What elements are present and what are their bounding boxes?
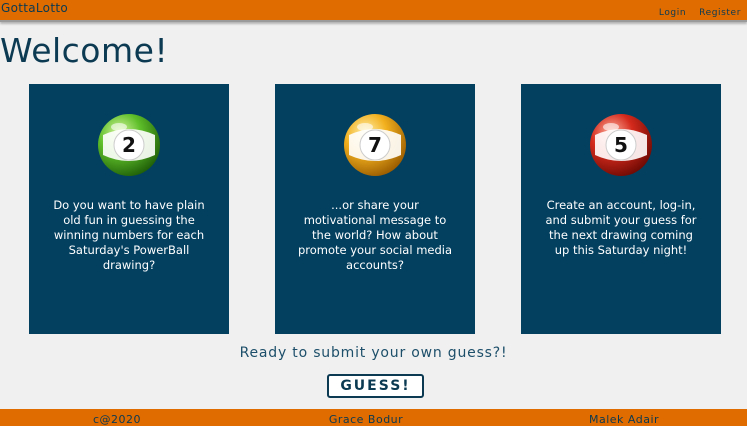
- card-text: ...or share your motivational message to…: [297, 198, 453, 272]
- lottery-ball-icon: 5: [590, 114, 652, 176]
- info-card-create-account: 5 Create an account, log-in, and submit …: [521, 84, 721, 334]
- login-link[interactable]: Login: [659, 8, 686, 18]
- info-card-fun: 2 Do you want to have plain old fun in g…: [29, 84, 229, 334]
- footer-author-2: Malek Adair: [588, 413, 660, 426]
- footer-copyright: c@2020: [92, 413, 142, 426]
- page-title: Welcome!: [0, 31, 169, 70]
- guess-button[interactable]: GUESS!: [327, 374, 424, 398]
- card-text: Create an account, log-in, and submit yo…: [545, 198, 697, 257]
- lottery-ball-icon: 2: [98, 114, 160, 176]
- card-text: Do you want to have plain old fun in gue…: [53, 198, 205, 272]
- lottery-ball-icon: 7: [344, 114, 406, 176]
- footer-author-1: Grace Bodur: [328, 413, 404, 426]
- ball-number: 7: [368, 133, 382, 157]
- brand-logo-text[interactable]: GottaLotto: [1, 1, 68, 15]
- register-link[interactable]: Register: [699, 8, 741, 18]
- nav-links: Login Register: [659, 8, 741, 18]
- ball-number: 5: [614, 133, 628, 157]
- cta-text: Ready to submit your own guess?!: [239, 345, 508, 361]
- info-card-share: 7 ...or share your motivational message …: [275, 84, 475, 334]
- footer: c@2020 Grace Bodur Malek Adair: [0, 409, 747, 426]
- ball-number: 2: [122, 133, 136, 157]
- navbar: GottaLotto Login Register: [0, 0, 747, 22]
